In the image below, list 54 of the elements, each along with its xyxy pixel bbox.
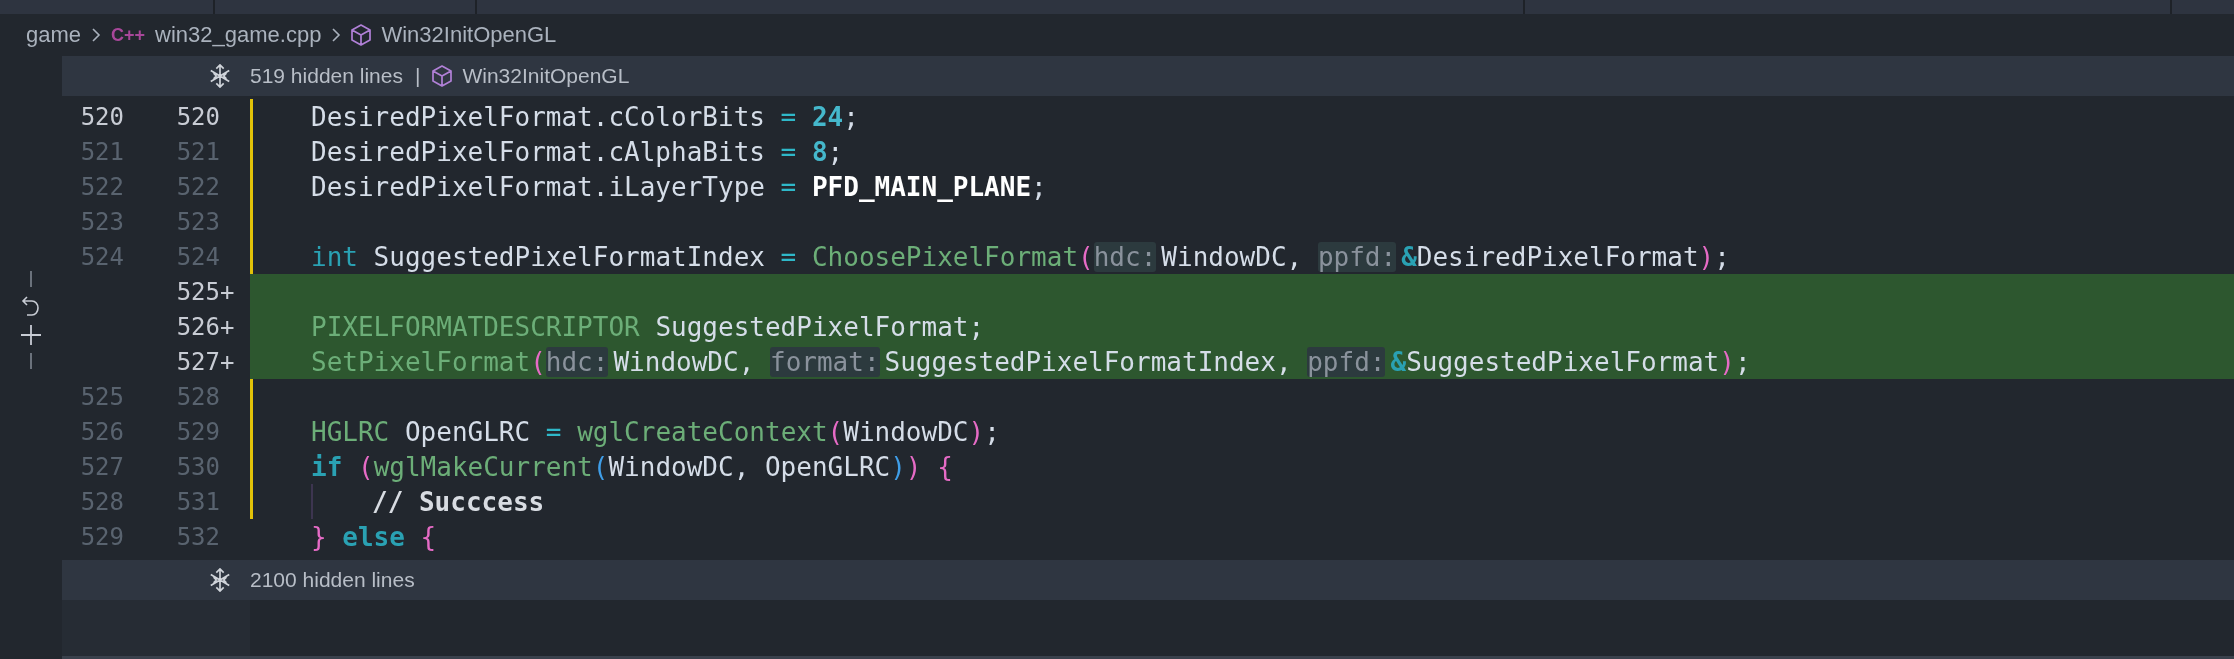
code-line: SetPixelFormat(hdc: WindowDC, format: SuggestedPixelFormatIndex, ppfd: &SuggestedPixelFormat);: [311, 346, 1751, 377]
hidden-lines-label: 519 hidden lines: [250, 64, 403, 88]
cpp-file-icon: C++: [111, 24, 146, 46]
chevron-icon: [331, 27, 342, 43]
added-marker: +: [220, 277, 235, 306]
code-line: PIXELFORMATDESCRIPTOR SuggestedPixelFormat;: [311, 311, 985, 342]
plus-icon[interactable]: [19, 323, 43, 347]
code-line: HGLRC OpenGLRC = wglCreateContext(WindowDC);: [311, 416, 1000, 447]
cube-icon: [351, 24, 372, 46]
line-number: 521: [175, 137, 220, 166]
revert-icon[interactable]: [21, 293, 41, 317]
line-number: 523: [80, 207, 124, 236]
breadcrumb-item[interactable]: win32_game.cpp: [155, 22, 322, 48]
line-number: 524: [175, 242, 220, 271]
line-number: 532: [175, 522, 220, 551]
line-number: 530: [175, 452, 220, 481]
line-number: 529: [175, 417, 220, 446]
line-number: 527: [80, 452, 124, 481]
code-line: DesiredPixelFormat.cAlphaBits = 8;: [311, 136, 844, 167]
line-number: 524: [80, 242, 124, 271]
line-number: 522: [175, 172, 220, 201]
code-line: DesiredPixelFormat.iLayerType = PFD_MAIN_PLANE;: [311, 171, 1047, 202]
line-number: 520: [175, 102, 220, 131]
code-line: } else {: [311, 521, 437, 552]
line-number: 528: [175, 382, 220, 411]
unfold-icon[interactable]: [208, 568, 232, 592]
added-marker: +: [220, 312, 235, 341]
line-number: 531: [175, 487, 220, 516]
code-line: if (wglMakeCurrent(WindowDC, OpenGLRC)) {: [311, 451, 953, 482]
hidden-lines-bar[interactable]: 2100 hidden lines: [62, 560, 2234, 600]
line-number: 520: [80, 102, 124, 131]
line-number: 521: [80, 137, 124, 166]
code-line: int SuggestedPixelFormatIndex = ChoosePixelFormat(hdc: WindowDC, ppfd: &DesiredPixelFormat);: [311, 241, 1730, 272]
separator: |: [414, 64, 421, 88]
code-line: // Succcess: [372, 486, 545, 517]
chevron-icon: [91, 27, 102, 43]
line-number: 526: [80, 417, 124, 446]
hidden-lines-label: 2100 hidden lines: [250, 568, 415, 592]
line-number: 528: [80, 487, 124, 516]
hidden-lines-bar[interactable]: 519 hidden lines | Win32InitOpenGL: [62, 56, 2234, 96]
added-marker: +: [220, 347, 235, 376]
line-number: 525: [80, 382, 124, 411]
line-number: 523: [175, 207, 220, 236]
breadcrumb-item[interactable]: Win32InitOpenGL: [381, 22, 557, 48]
line-number: 527: [175, 347, 220, 376]
line-number: 526: [175, 312, 220, 341]
symbol-label[interactable]: Win32InitOpenGL: [462, 64, 630, 88]
breadcrumb-item[interactable]: game: [26, 22, 82, 48]
code-line: DesiredPixelFormat.cColorBits = 24;: [311, 101, 859, 132]
line-number: 529: [80, 522, 124, 551]
unfold-icon[interactable]: [208, 64, 232, 88]
line-number: 525: [175, 277, 220, 306]
line-number: 522: [80, 172, 124, 201]
cube-icon: [432, 65, 453, 87]
